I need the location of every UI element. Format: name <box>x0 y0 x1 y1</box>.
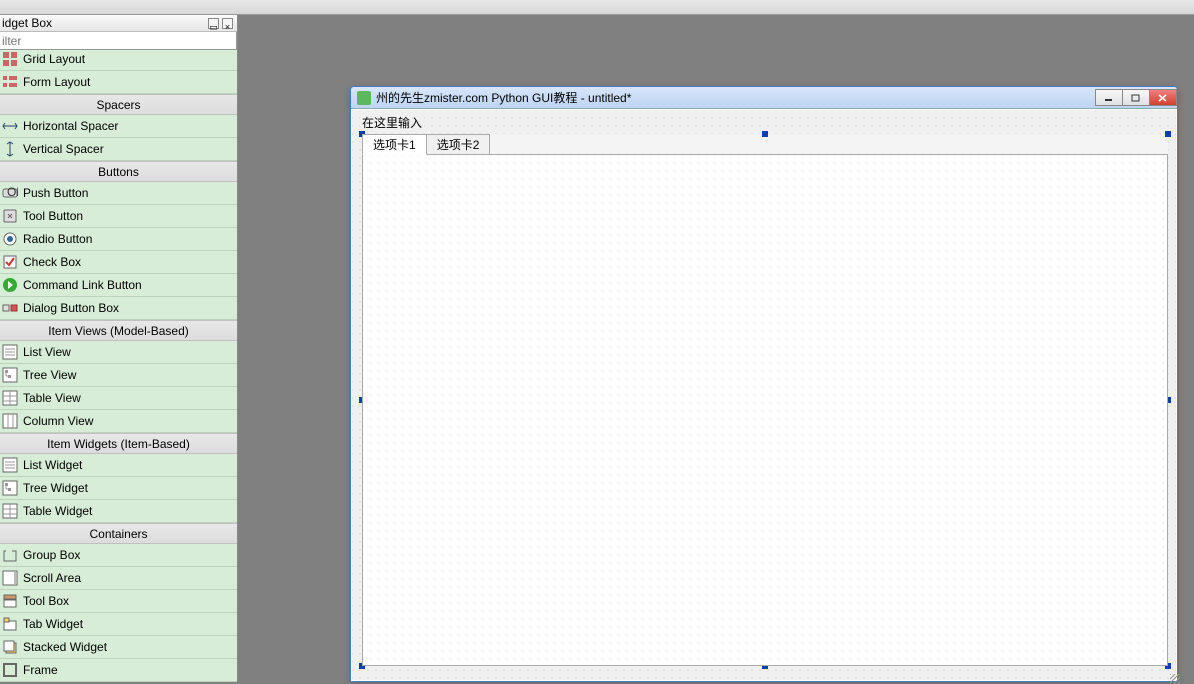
widget-item-label: Push Button <box>23 182 88 205</box>
list-view-icon <box>2 344 18 360</box>
widget-item-label: Tree Widget <box>23 477 88 500</box>
minimize-button[interactable] <box>1095 89 1123 106</box>
tab-1[interactable]: 选项卡1 <box>362 134 427 155</box>
group-box-icon <box>2 547 18 563</box>
widget-box-panel: idget Box ▭ × Grid LayoutForm LayoutSpac… <box>0 15 238 682</box>
widget-item-grid-layout[interactable]: Grid Layout <box>0 50 237 71</box>
category-header[interactable]: Buttons <box>0 161 237 182</box>
widget-item-label: Command Link Button <box>23 274 142 297</box>
widget-item-label: Table Widget <box>23 500 92 523</box>
list-widget-icon <box>2 457 18 473</box>
widget-filter-input[interactable] <box>0 32 237 50</box>
tool-button-icon <box>2 208 18 224</box>
widget-item-check-box[interactable]: Check Box <box>0 251 237 274</box>
widget-item-command-link-button[interactable]: Command Link Button <box>0 274 237 297</box>
widget-item-label: Column View <box>23 410 93 433</box>
widget-item-label: Check Box <box>23 251 81 274</box>
widget-item-radio-button[interactable]: Radio Button <box>0 228 237 251</box>
widget-item-horizontal-spacer[interactable]: Horizontal Spacer <box>0 115 237 138</box>
widget-item-tree-view[interactable]: Tree View <box>0 364 237 387</box>
toolbar-strip <box>0 0 1194 15</box>
dialog-button-box-icon <box>2 300 18 316</box>
tree-widget-icon <box>2 480 18 496</box>
close-button[interactable] <box>1149 89 1177 106</box>
tab-widget-icon <box>2 616 18 632</box>
widget-item-label: Vertical Spacer <box>23 138 104 161</box>
table-view-icon <box>2 390 18 406</box>
command-link-button-icon <box>2 277 18 293</box>
preview-window: 州的先生zmister.com Python GUI教程 - untitled*… <box>350 86 1178 682</box>
tab-bar: 选项卡1选项卡2 <box>362 134 1168 155</box>
dock-close-icon[interactable]: × <box>222 18 233 29</box>
widget-item-tab-widget[interactable]: Tab Widget <box>0 613 237 636</box>
widget-item-form-layout[interactable]: Form Layout <box>0 71 237 94</box>
preview-titlebar[interactable]: 州的先生zmister.com Python GUI教程 - untitled* <box>351 87 1177 109</box>
app-icon <box>357 91 371 105</box>
category-header[interactable]: Spacers <box>0 94 237 115</box>
tab-content[interactable] <box>362 154 1168 666</box>
widget-item-label: List View <box>23 341 71 364</box>
widget-item-label: Horizontal Spacer <box>23 115 118 138</box>
widget-item-label: Form Layout <box>23 71 90 94</box>
widget-item-label: Grid Layout <box>23 50 85 71</box>
widget-item-scroll-area[interactable]: Scroll Area <box>0 567 237 590</box>
tree-view-icon <box>2 367 18 383</box>
widget-item-table-widget[interactable]: Table Widget <box>0 500 237 523</box>
widget-item-label: Group Box <box>23 544 80 567</box>
check-box-icon <box>2 254 18 270</box>
widget-item-label: Radio Button <box>23 228 92 251</box>
widget-item-list-widget[interactable]: List Widget <box>0 454 237 477</box>
widget-item-label: Table View <box>23 387 81 410</box>
widget-item-table-view[interactable]: Table View <box>0 387 237 410</box>
widget-item-tree-widget[interactable]: Tree Widget <box>0 477 237 500</box>
tool-box-icon <box>2 593 18 609</box>
widget-item-label: Stacked Widget <box>23 636 107 659</box>
widget-item-column-view[interactable]: Column View <box>0 410 237 433</box>
widget-item-tool-box[interactable]: Tool Box <box>0 590 237 613</box>
size-grip-icon[interactable] <box>1170 674 1180 684</box>
table-widget-icon <box>2 503 18 519</box>
category-header[interactable]: Item Views (Model-Based) <box>0 320 237 341</box>
tab-widget[interactable]: 选项卡1选项卡2 <box>362 134 1168 666</box>
widget-item-label: List Widget <box>23 454 82 477</box>
scroll-area-icon <box>2 570 18 586</box>
widget-item-push-button[interactable]: OK Push Button <box>0 182 237 205</box>
column-view-icon <box>2 413 18 429</box>
design-canvas[interactable]: 州的先生zmister.com Python GUI教程 - untitled*… <box>238 15 1194 682</box>
maximize-button[interactable] <box>1122 89 1150 106</box>
widget-item-frame[interactable]: Frame <box>0 659 237 682</box>
preview-window-title: 州的先生zmister.com Python GUI教程 - untitled* <box>376 89 1096 106</box>
widget-item-list-view[interactable]: List View <box>0 341 237 364</box>
category-header[interactable]: Containers <box>0 523 237 544</box>
horizontal-spacer-icon <box>2 118 18 134</box>
widget-item-dialog-button-box[interactable]: Dialog Button Box <box>0 297 237 320</box>
form-body[interactable]: 在这里输入 选项卡1选项卡2 <box>352 110 1176 680</box>
widget-item-stacked-widget[interactable]: Stacked Widget <box>0 636 237 659</box>
widget-box-title-text: idget Box <box>2 15 52 32</box>
form-layout-icon <box>2 74 18 90</box>
radio-button-icon <box>2 231 18 247</box>
widget-item-label: Tool Button <box>23 205 83 228</box>
widget-item-label: Frame <box>23 659 58 682</box>
grid-layout-icon <box>2 51 18 67</box>
label-widget[interactable]: 在这里输入 <box>360 114 424 131</box>
widget-item-tool-button[interactable]: Tool Button <box>0 205 237 228</box>
widget-item-label: Tree View <box>23 364 76 387</box>
widget-item-label: Dialog Button Box <box>23 297 119 320</box>
tab-2[interactable]: 选项卡2 <box>426 134 491 155</box>
svg-text:OK: OK <box>7 185 18 199</box>
widget-item-label: Tool Box <box>23 590 69 613</box>
stacked-widget-icon <box>2 639 18 655</box>
vertical-spacer-icon <box>2 141 18 157</box>
widget-item-group-box[interactable]: Group Box <box>0 544 237 567</box>
category-header[interactable]: Item Widgets (Item-Based) <box>0 433 237 454</box>
dock-float-icon[interactable]: ▭ <box>208 18 219 29</box>
push-button-icon: OK <box>2 185 18 201</box>
frame-icon <box>2 662 18 678</box>
widget-item-vertical-spacer[interactable]: Vertical Spacer <box>0 138 237 161</box>
widget-item-label: Tab Widget <box>23 613 83 636</box>
widget-list[interactable]: Grid LayoutForm LayoutSpacersHorizontal … <box>0 50 237 682</box>
widget-item-label: Scroll Area <box>23 567 81 590</box>
widget-box-title: idget Box ▭ × <box>0 15 237 32</box>
